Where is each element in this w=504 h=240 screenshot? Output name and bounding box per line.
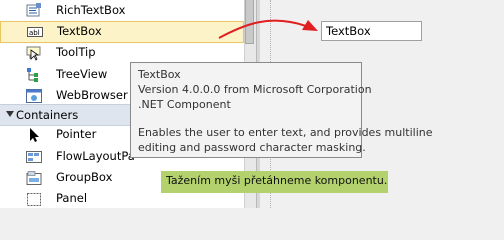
tooltip-description-line1: Enables the user to enter text, and prov… (138, 126, 433, 139)
toolbox-item-label: GroupBox (56, 170, 113, 184)
toolbox-item-label: FlowLayoutPa (56, 149, 135, 163)
toolbox-item-label: WebBrowser (56, 88, 128, 102)
toolbox-item-label: ToolTip (56, 45, 96, 59)
richtextbox-icon (26, 3, 41, 17)
category-label: Containers (16, 108, 79, 122)
textbox-icon-text: abl (29, 29, 40, 37)
textbox-icon: abl (27, 27, 43, 37)
toolbox-item-label: TextBox (57, 24, 102, 38)
instruction-caption: Tažením myši přetáhneme komponentu. (161, 171, 388, 193)
webbrowser-icon (26, 89, 42, 103)
tooltip-icon (26, 46, 41, 61)
toolbox-item-label: TreeView (56, 67, 108, 81)
collapse-triangle-icon (6, 111, 14, 117)
component-tooltip: TextBox Version 4.0.0.0 from Microsoft C… (130, 62, 433, 158)
toolbox-item-label: Pointer (56, 127, 97, 141)
toolbox-item-tooltip[interactable]: ToolTip (0, 42, 244, 64)
designer-textbox[interactable]: TextBox (321, 21, 422, 41)
toolbox-item-richtextbox[interactable]: RichTextBox (0, 0, 244, 22)
pointer-icon (30, 128, 39, 142)
tooltip-description-line2: editing and password character masking. (138, 141, 366, 154)
toolbox-item-label: Panel (56, 191, 88, 205)
tooltip-type: .NET Component (138, 98, 231, 111)
toolbox-item-label: RichTextBox (56, 3, 126, 17)
treeview-icon (27, 68, 38, 82)
flowlayoutpanel-icon (26, 151, 42, 163)
scrollbar-thumb[interactable] (245, 0, 254, 44)
toolbox-item-textbox[interactable]: abl TextBox (0, 21, 244, 43)
tooltip-version: Version 4.0.0.0 from Microsoft Corporati… (138, 83, 372, 96)
panel-icon (27, 193, 41, 206)
groupbox-icon (26, 171, 42, 185)
tooltip-title: TextBox (138, 68, 181, 81)
